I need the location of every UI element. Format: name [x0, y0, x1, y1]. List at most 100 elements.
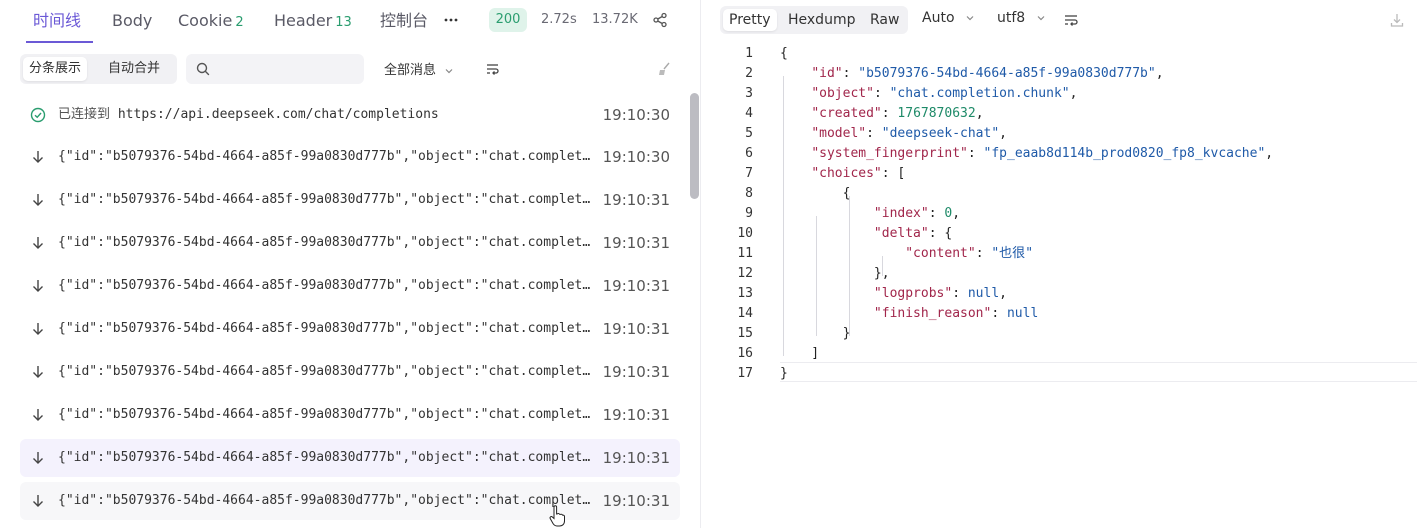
- tab-body-label: Body: [112, 11, 153, 30]
- code-line: "created": 1767870632,: [811, 106, 984, 121]
- tab-bar: 时间线 Body Cookie 2 Header 13 控制台 200 2.72s …: [0, 0, 700, 44]
- message-row[interactable]: {"id":"b5079376-54bd-4664-a85f-99a0830d7…: [20, 224, 680, 262]
- format-value: Auto: [922, 10, 955, 26]
- connection-time: 19:10:30: [602, 106, 670, 124]
- code-line: {: [780, 46, 788, 61]
- line-number: 10: [737, 226, 753, 241]
- message-row[interactable]: {"id":"b5079376-54bd-4664-a85f-99a0830d7…: [20, 396, 680, 434]
- message-row[interactable]: {"id":"b5079376-54bd-4664-a85f-99a0830d7…: [20, 439, 680, 477]
- chevron-down-icon: [1037, 16, 1045, 21]
- json-id-value: b5079376-54bd-4664-a85f-99a0830d777b: [866, 66, 1148, 81]
- payload-viewer: Pretty Hexdump Raw Auto utf8 1 2 3 4 5 6 7 8 9 10…: [701, 0, 1417, 528]
- tab-cookie-count: 2: [235, 15, 244, 30]
- message-filter-select[interactable]: 全部消息: [384, 59, 454, 79]
- download-icon[interactable]: [1389, 12, 1405, 28]
- arrow-down-icon: [33, 409, 43, 421]
- message-text: {"id":"b5079376-54bd-4664-a85f-99a0830d7…: [58, 235, 598, 250]
- json-object-value: chat.completion.chunk: [897, 86, 1062, 101]
- split-mode-button[interactable]: 分条展示: [23, 57, 88, 81]
- wrap-lines-icon[interactable]: [1063, 12, 1079, 28]
- code-line: },: [780, 266, 890, 281]
- tab-header[interactable]: Header 13: [274, 9, 352, 33]
- line-number: 16: [737, 346, 753, 361]
- merge-mode-button[interactable]: 自动合并: [102, 57, 166, 81]
- chevron-down-icon: [966, 16, 974, 21]
- search-input[interactable]: [186, 54, 364, 84]
- json-index-value: 0: [944, 206, 953, 221]
- code-line: "id": "b5079376-54bd-4664-a85f-99a0830d7…: [811, 66, 1164, 81]
- message-text: {"id":"b5079376-54bd-4664-a85f-99a0830d7…: [58, 450, 598, 465]
- message-text: {"id":"b5079376-54bd-4664-a85f-99a0830d7…: [58, 321, 598, 336]
- message-row[interactable]: {"id":"b5079376-54bd-4664-a85f-99a0830d7…: [20, 138, 680, 176]
- tab-body[interactable]: Body: [112, 9, 152, 33]
- wrap-lines-icon[interactable]: [485, 61, 501, 77]
- message-text: {"id":"b5079376-54bd-4664-a85f-99a0830d7…: [58, 278, 598, 293]
- code-line: {: [780, 186, 851, 201]
- tab-header-count: 13: [335, 15, 352, 30]
- response-time: 2.72s: [541, 12, 577, 27]
- tab-console[interactable]: 控制台: [380, 9, 428, 33]
- line-number: 2: [745, 66, 753, 81]
- json-model-value: deepseek-chat: [889, 126, 992, 141]
- encoding-select[interactable]: utf8: [997, 10, 1046, 26]
- message-row[interactable]: {"id":"b5079376-54bd-4664-a85f-99a0830d7…: [20, 181, 680, 219]
- message-row[interactable]: {"id":"b5079376-54bd-4664-a85f-99a0830d7…: [20, 310, 680, 348]
- arrow-down-icon: [33, 366, 43, 378]
- timeline-panel: 时间线 Body Cookie 2 Header 13 控制台 200 2.72s …: [0, 0, 700, 528]
- code-line: "model": "deepseek-chat",: [811, 126, 1007, 141]
- line-number: 9: [745, 206, 753, 221]
- code-line: "object": "chat.completion.chunk",: [811, 86, 1078, 101]
- tab-cookie[interactable]: Cookie 2: [178, 9, 244, 33]
- more-icon[interactable]: [443, 12, 459, 28]
- message-time: 19:10:31: [602, 363, 670, 381]
- connection-url: https://api.deepseek.com/chat/completion…: [117, 107, 439, 122]
- json-fingerprint-value: fp_eaab8d114b_prod0820_fp8_kvcache: [991, 146, 1258, 161]
- tab-console-label: 控制台: [380, 11, 429, 30]
- pretty-mode-button[interactable]: Pretty: [723, 9, 777, 31]
- line-number: 6: [745, 146, 753, 161]
- tab-timeline-label: 时间线: [33, 11, 82, 30]
- arrow-down-icon: [33, 280, 43, 292]
- line-number: 7: [745, 166, 753, 181]
- json-content-value: 也很: [999, 246, 1026, 261]
- message-time: 19:10:31: [602, 406, 670, 424]
- code-line: "delta": {: [873, 226, 953, 241]
- raw-mode-button[interactable]: Raw: [864, 9, 905, 31]
- message-time: 19:10:31: [602, 191, 670, 209]
- hand-cursor-icon: [549, 505, 565, 527]
- code-line: }: [780, 366, 788, 381]
- connection-prefix: 已连接到: [58, 107, 111, 122]
- message-time: 19:10:31: [602, 277, 670, 295]
- share-icon[interactable]: [652, 12, 668, 28]
- tab-header-label: Header: [274, 11, 333, 30]
- check-circle-icon: [30, 107, 46, 123]
- tab-timeline[interactable]: 时间线: [33, 9, 81, 33]
- message-row[interactable]: {"id":"b5079376-54bd-4664-a85f-99a0830d7…: [20, 267, 680, 305]
- message-row[interactable]: {"id":"b5079376-54bd-4664-a85f-99a0830d7…: [20, 353, 680, 391]
- arrow-down-icon: [33, 495, 43, 507]
- message-time: 19:10:30: [602, 148, 670, 166]
- line-number: 14: [737, 306, 753, 321]
- arrow-down-icon: [33, 151, 43, 163]
- code-line: "choices": [: [811, 166, 906, 181]
- message-time: 19:10:31: [602, 449, 670, 467]
- arrow-down-icon: [33, 323, 43, 335]
- timeline-scrollbar[interactable]: [690, 93, 699, 199]
- view-mode-toggle: Pretty Hexdump Raw: [720, 6, 908, 34]
- line-number: 11: [737, 246, 753, 261]
- code-line: }: [780, 326, 851, 341]
- code-line: "logprobs": null,: [873, 286, 1007, 301]
- code-line: ]: [780, 346, 820, 361]
- tab-cookie-label: Cookie: [178, 11, 233, 30]
- hexdump-mode-button[interactable]: Hexdump: [782, 9, 861, 31]
- format-select[interactable]: Auto: [922, 10, 975, 26]
- clear-icon[interactable]: [656, 61, 672, 77]
- line-number: 4: [745, 106, 753, 121]
- line-number: 8: [745, 186, 753, 201]
- connection-row[interactable]: 已连接到 https://api.deepseek.com/chat/compl…: [20, 96, 680, 134]
- message-row[interactable]: {"id":"b5079376-54bd-4664-a85f-99a0830d7…: [20, 482, 680, 520]
- message-text: {"id":"b5079376-54bd-4664-a85f-99a0830d7…: [58, 149, 598, 164]
- encoding-value: utf8: [997, 10, 1026, 26]
- message-filter-label: 全部消息: [384, 63, 437, 78]
- line-number: 5: [745, 126, 753, 141]
